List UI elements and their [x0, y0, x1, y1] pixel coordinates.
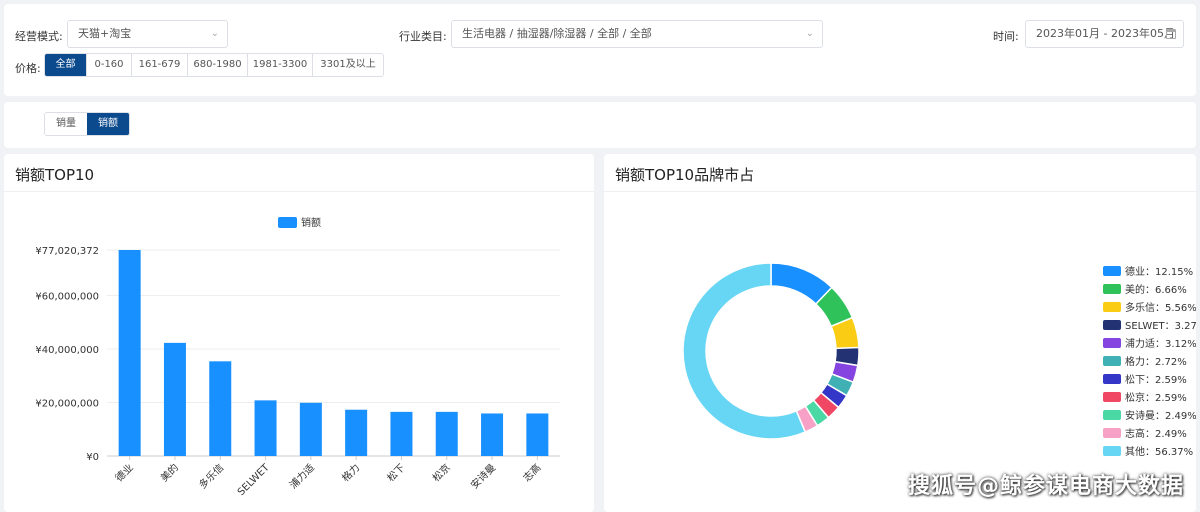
- legend-swatch: [1103, 392, 1121, 402]
- x-tick-label: 志高: [520, 461, 543, 484]
- x-tick-label: SELWET: [236, 462, 272, 498]
- bar-chart-panel: 销额TOP10 销额 ¥0 ¥20,000,000 ¥40,000,000 ¥60,00…: [4, 154, 594, 512]
- legend-entry: 浦力适：3.12%: [1125, 337, 1196, 350]
- date-range-value: 2023年01月 - 2023年05月: [1036, 27, 1175, 40]
- legend-entry: SELWET：3.27%: [1125, 321, 1196, 332]
- legend-swatch: [278, 217, 297, 228]
- legend-entry: 松下：2.59%: [1125, 373, 1187, 386]
- legend-entry: 松京：2.59%: [1125, 391, 1187, 404]
- donut-slice: [682, 262, 807, 440]
- legend-entry: 美的：6.66%: [1125, 283, 1187, 296]
- mode-select-value: 天猫+淘宝: [78, 27, 132, 40]
- legend-swatch: [1103, 266, 1121, 276]
- x-tick-label: 松下: [384, 461, 407, 484]
- toggle-sales-volume[interactable]: 销量: [45, 113, 87, 135]
- mode-select[interactable]: 天猫+淘宝 ⌄: [67, 20, 228, 48]
- bar-chart: 销额 ¥0 ¥20,000,000 ¥40,000,000 ¥60,000,000 ¥77…: [35, 216, 560, 498]
- filter-panel: 经营模式: 天猫+淘宝 ⌄ 行业类目: 生活电器 / 抽湿器/除湿器 / 全部 …: [4, 4, 1196, 96]
- x-tick-label: 德业: [112, 461, 135, 484]
- legend-swatch: [1103, 428, 1121, 438]
- x-tick-label: 多乐信: [196, 461, 226, 491]
- metric-toggle-group: 销量 销额: [44, 112, 130, 136]
- legend-swatch: [1103, 284, 1121, 294]
- bar: [118, 250, 141, 456]
- chevron-down-icon: ⌄: [210, 28, 219, 39]
- price-option-0-160[interactable]: 0-160: [87, 54, 132, 76]
- price-option-1981-3300[interactable]: 1981-3300: [248, 54, 313, 76]
- donut-chart: 德业：12.15% 美的：6.66% 多乐信：5.56% SELWET：3.27% 浦力…: [682, 262, 1196, 458]
- bar: [299, 402, 322, 456]
- x-tick-label: 美的: [158, 461, 181, 484]
- legend-swatch: [1103, 374, 1121, 384]
- legend-swatch: [1103, 446, 1121, 456]
- category-select[interactable]: 生活电器 / 抽湿器/除湿器 / 全部 / 全部 ⌄: [451, 20, 823, 48]
- metric-toggle-panel: 销量 销额: [4, 102, 1196, 148]
- price-option-all[interactable]: 全部: [45, 54, 87, 76]
- y-tick-label: ¥60,000,000: [35, 292, 99, 303]
- legend-entry: 格力：2.72%: [1125, 355, 1187, 368]
- bar: [481, 413, 504, 456]
- bar: [345, 409, 368, 456]
- legend-swatch: [1103, 338, 1121, 348]
- mode-label: 经营模式:: [15, 30, 63, 43]
- legend-swatch: [1103, 356, 1121, 366]
- y-tick-label: ¥0: [86, 452, 99, 463]
- y-tick-label: ¥20,000,000: [35, 399, 99, 410]
- legend-entry: 德业：12.15%: [1125, 265, 1193, 278]
- price-option-161-679[interactable]: 161-679: [132, 54, 188, 76]
- category-select-value: 生活电器 / 抽湿器/除湿器 / 全部 / 全部: [462, 27, 652, 40]
- price-option-3301-plus[interactable]: 3301及以上: [313, 54, 383, 76]
- legend-swatch: [1103, 302, 1121, 312]
- bar: [163, 342, 186, 456]
- bar: [390, 411, 413, 456]
- watermark: 搜狐号@鲸参谋电商大数据: [907, 474, 1184, 499]
- x-tick-label: 松京: [430, 461, 453, 484]
- bar: [435, 411, 458, 456]
- legend-entry: 多乐信：5.56%: [1125, 301, 1196, 314]
- calendar-icon: [1166, 29, 1176, 39]
- y-tick-label: ¥77,020,372: [35, 246, 99, 257]
- y-tick-label: ¥40,000,000: [35, 345, 99, 356]
- category-label: 行业类目:: [399, 30, 447, 43]
- price-range-group: 全部 0-160 161-679 680-1980 1981-3300 3301…: [44, 53, 384, 77]
- legend-entry: 安诗曼：2.49%: [1125, 409, 1196, 422]
- legend-swatch: [1103, 320, 1121, 330]
- x-tick-label: 格力: [339, 461, 362, 484]
- pie-chart-panel: 销额TOP10品牌市占 德业：12.15% 美的：6.66% 多乐信：5.56% SE…: [604, 154, 1196, 512]
- time-label: 时间:: [993, 30, 1019, 43]
- x-tick-label: 安诗曼: [468, 461, 498, 491]
- bar: [526, 413, 549, 456]
- price-label: 价格:: [15, 62, 41, 75]
- legend-entry: 其他：56.37%: [1125, 445, 1193, 458]
- toggle-sales-amount[interactable]: 销额: [87, 113, 129, 135]
- date-range-picker[interactable]: 2023年01月 - 2023年05月: [1025, 20, 1184, 48]
- legend-entry: 志高：2.49%: [1125, 427, 1187, 440]
- legend-swatch: [1103, 410, 1121, 420]
- bar: [254, 400, 277, 456]
- legend-label: 销额: [301, 216, 321, 229]
- chevron-down-icon: ⌄: [805, 28, 814, 39]
- x-tick-label: 浦力适: [287, 461, 317, 491]
- bar: [209, 361, 232, 456]
- price-option-680-1980[interactable]: 680-1980: [188, 54, 248, 76]
